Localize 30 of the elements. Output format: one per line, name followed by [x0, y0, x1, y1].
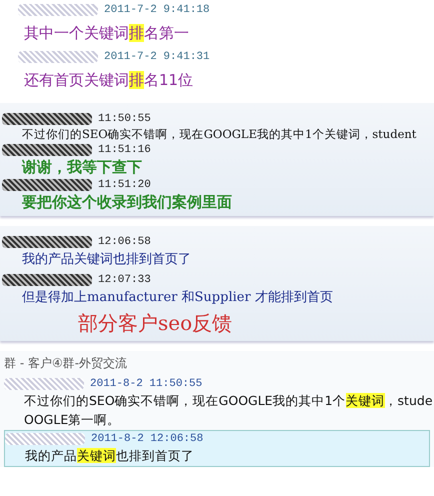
- message-text: OOGLE第一啊。: [23, 411, 122, 429]
- message-text: 我的产品关键词也排到首页了: [24, 447, 195, 465]
- timestamp: 2011-8-2 11:50:55: [90, 378, 202, 390]
- selected-message[interactable]: 2011-8-2 12:06:58 我的产品关键词也排到首页了: [4, 430, 430, 467]
- timestamp: 11:51:20: [98, 179, 151, 191]
- timestamp: 2011-7-2 9:41:18: [104, 4, 210, 16]
- message-text: 其中一个关键词排名第一: [23, 23, 190, 44]
- timestamp: 12:07:33: [98, 274, 151, 286]
- message-text: 要把你这个收录到我们案例里面: [21, 193, 233, 212]
- message[interactable]: 12:06:58 我的产品关键词也排到首页了: [2, 234, 434, 272]
- message[interactable]: 11:51:20 要把你这个收录到我们案例里面: [2, 177, 434, 212]
- message[interactable]: 2011-8-2 11:50:55 不过你们的SEO确实不错啊，现在GOOGLE我的其中1个关键词，stude OOGLE第一啊。: [4, 376, 434, 430]
- timestamp: 2011-7-2 9:41:31: [104, 51, 210, 63]
- timestamp: 11:51:16: [98, 144, 151, 156]
- message-text: 不过你们的SEO确实不错啊，现在GOOGLE我的其中1个关键词，stude: [23, 392, 434, 410]
- message[interactable]: 12:07:33 但是得加上manufacturer 和Supplier 才能排到首页: [2, 272, 434, 310]
- group-title: 群 - 客户④群-外贸交流: [4, 355, 128, 372]
- message[interactable]: 11:50:55 不过你们的SEO确实不错啊，现在GOOGLE我的其中1个关键词，student: [2, 111, 434, 142]
- timestamp: 2011-8-2 12:06:58: [91, 433, 204, 445]
- message-text: 谢谢，我等下查下: [20, 158, 143, 177]
- message-text: 但是得加上manufacturer 和Supplier 才能排到首页: [21, 289, 334, 307]
- message-text: 还有首页关键词排名11位: [23, 70, 194, 91]
- message[interactable]: 2011-7-2 9:41:18 其中一个关键词排名第一: [18, 2, 434, 49]
- message[interactable]: 2011-7-2 9:41:31 还有首页关键词排名11位: [18, 49, 434, 95]
- message-text: 我的产品关键词也排到首页了: [21, 251, 192, 269]
- timestamp: 12:06:58: [98, 236, 151, 248]
- timestamp: 11:50:55: [98, 113, 151, 125]
- caption: 部分客户seo反馈: [77, 310, 234, 337]
- message-text: 不过你们的SEO确实不错啊，现在GOOGLE我的其中1个关键词，student: [21, 127, 418, 142]
- message[interactable]: 11:51:16 谢谢，我等下查下: [2, 142, 434, 177]
